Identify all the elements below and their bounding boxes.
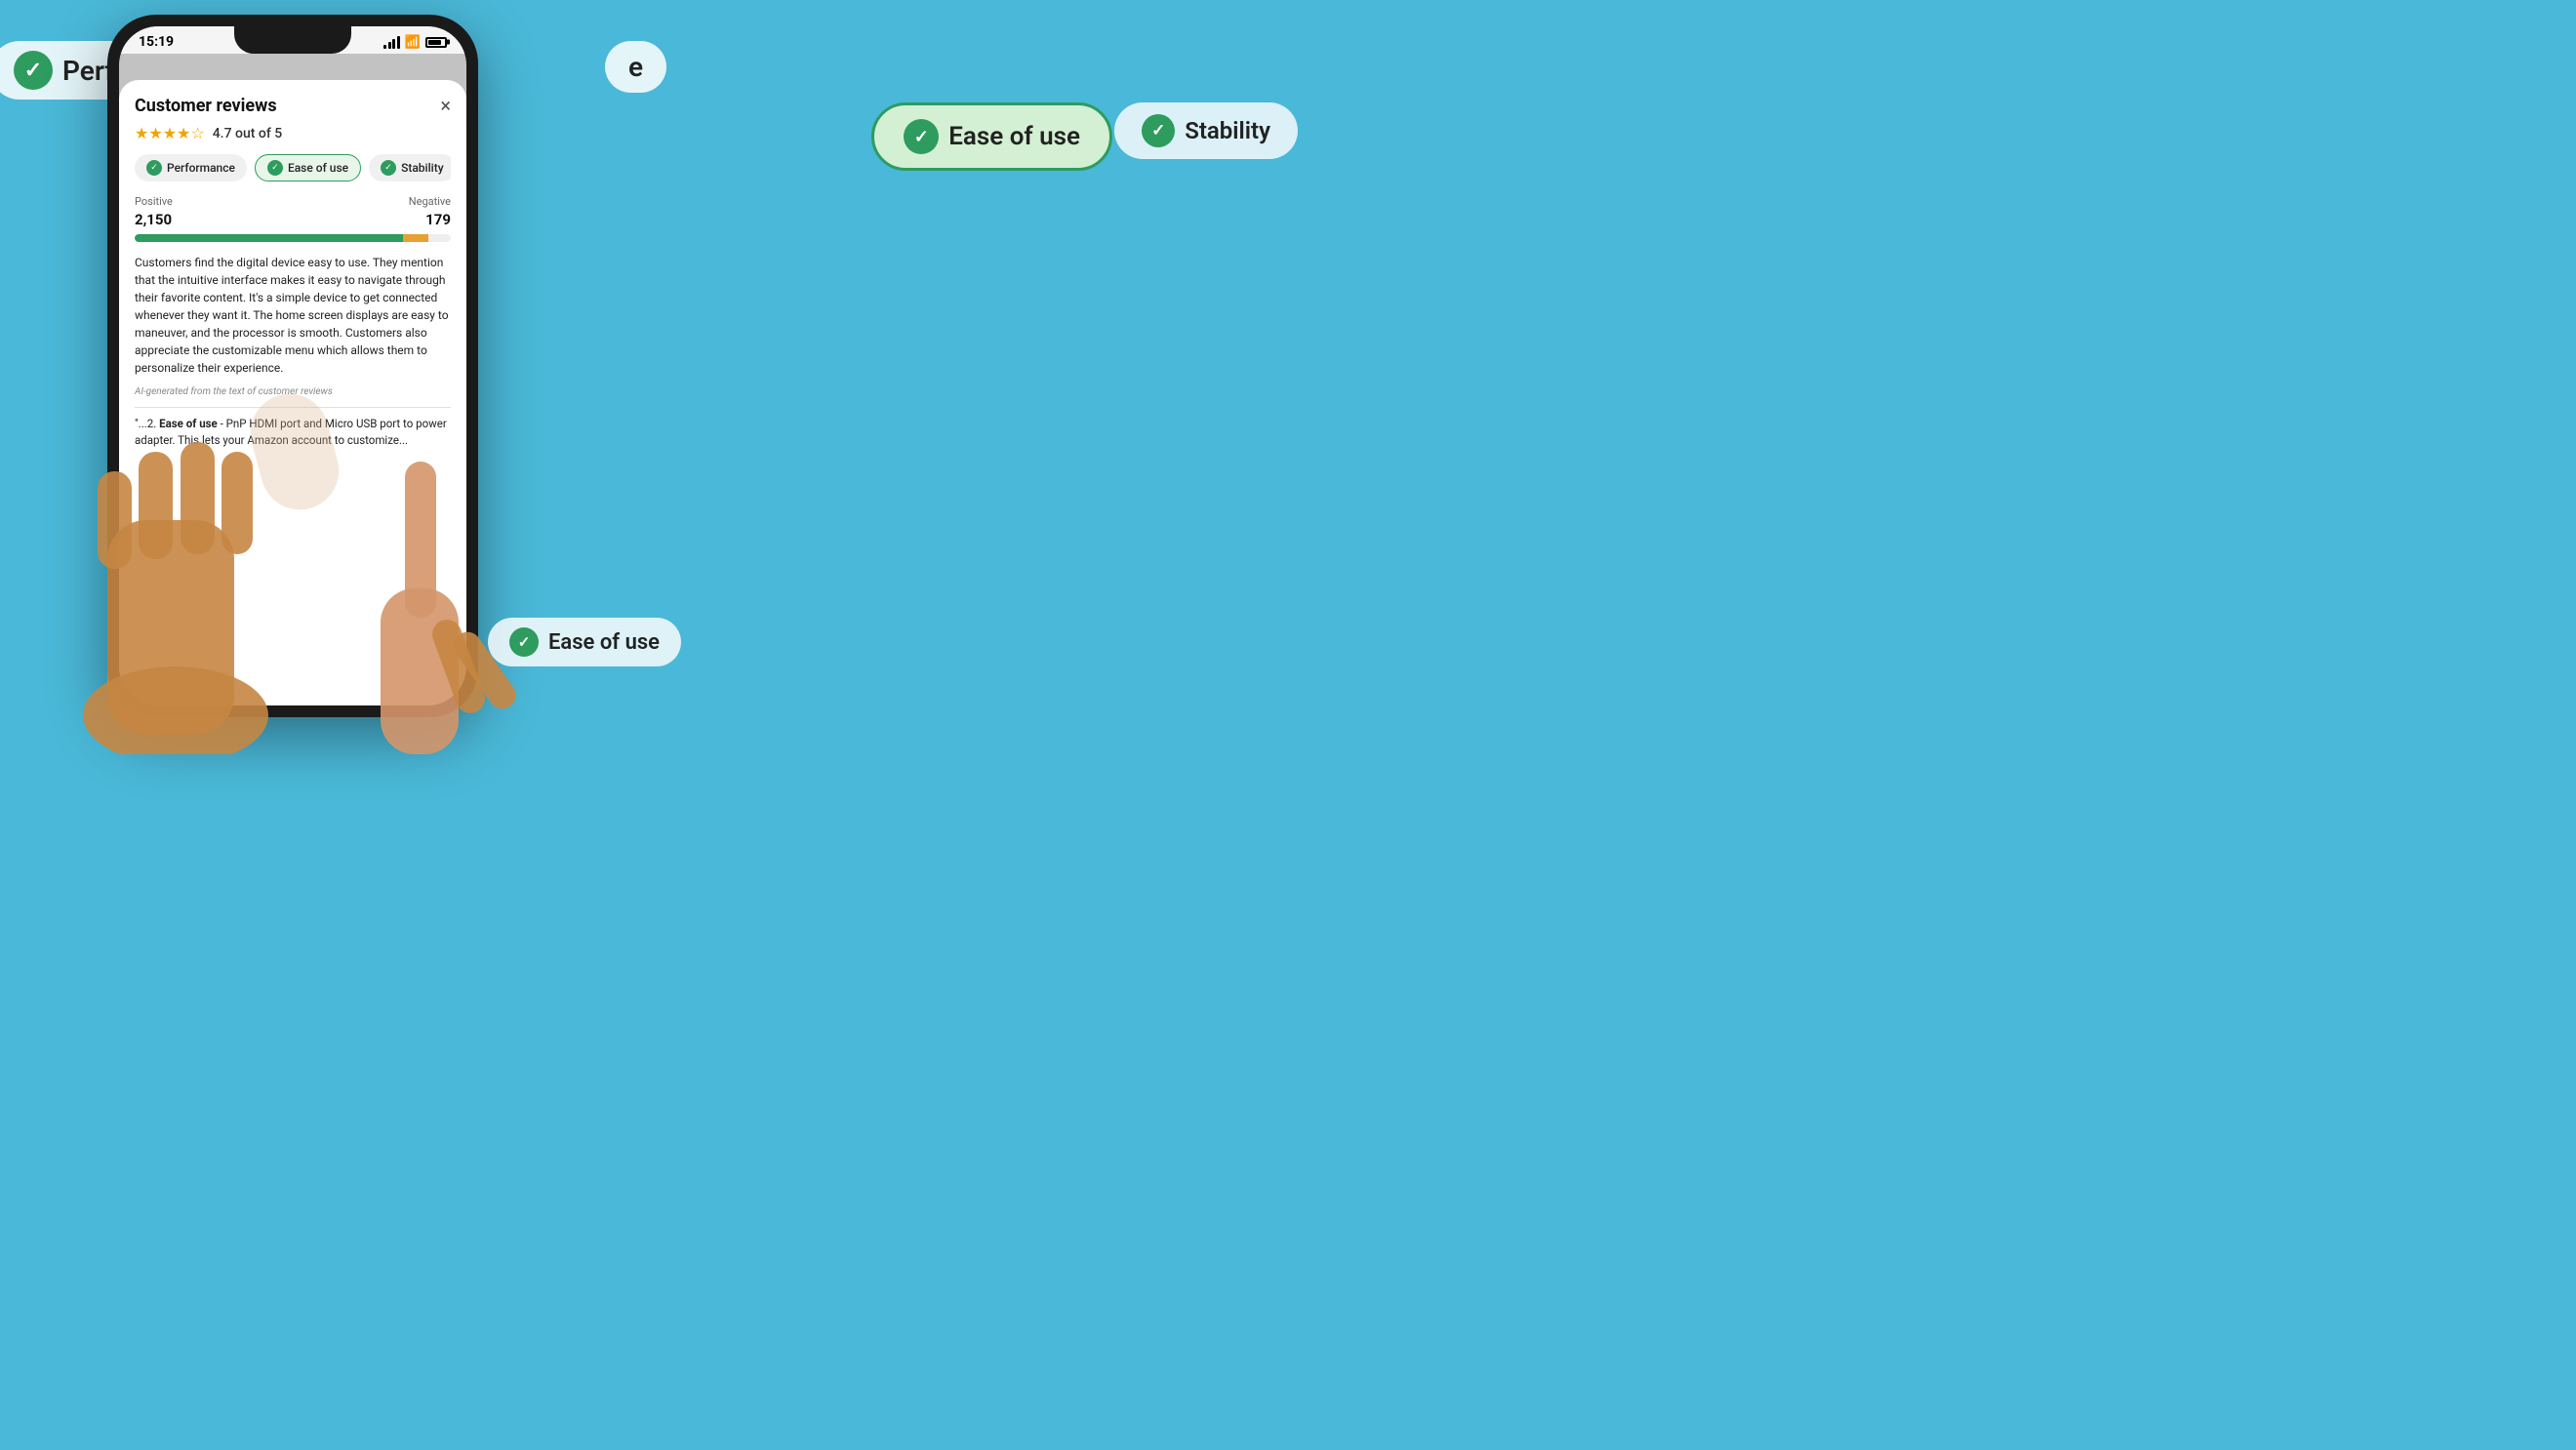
bottom-tag-ease-of-use: ✓ Ease of use [488, 618, 681, 666]
chip-check-stab: ✓ [381, 160, 396, 176]
sentiment-labels: Positive Negative [135, 195, 451, 208]
chip-ease-label: Ease of use [288, 161, 348, 175]
check-icon-ease-right: ✓ [904, 119, 939, 154]
right-tag-stability: ✓ Stability [1114, 102, 1298, 159]
negative-label: Negative [409, 195, 451, 208]
chip-check-ease: ✓ [267, 160, 283, 176]
negative-count: 179 [425, 211, 451, 228]
sentiment-bar [135, 234, 451, 242]
phone-wrapper: 15:19 📶 [107, 15, 478, 717]
rating-row: ★★★★☆ 4.7 out of 5 [135, 124, 451, 142]
phone-notch [234, 26, 351, 54]
chip-perf-label: Performance [167, 161, 235, 175]
review-text: Customers find the digital device easy t… [135, 254, 451, 377]
positive-bar [135, 234, 403, 242]
chip-stab-label: Stability [401, 161, 444, 175]
chip-stability[interactable]: ✓ Stability [369, 154, 451, 181]
bottom-ease-label: Ease of use [548, 630, 660, 655]
filter-chips: ✓ Performance ✓ Ease of use ✓ Stability … [135, 154, 451, 181]
status-icons: 📶 [383, 35, 447, 50]
check-icon-ease-bottom: ✓ [509, 627, 539, 657]
quote-section: "...2. Ease of use - PnP HDMI port and M… [135, 416, 451, 450]
battery-icon [425, 37, 447, 48]
check-icon-stab-right: ✓ [1142, 114, 1175, 147]
right-tag-ease-of-use: ✓ Ease of use [871, 102, 1112, 171]
close-button[interactable]: × [440, 96, 451, 115]
positive-count: 2,150 [135, 211, 172, 228]
chip-check-perf: ✓ [146, 160, 162, 176]
chip-ease-of-use[interactable]: ✓ Ease of use [255, 154, 361, 181]
negative-bar [403, 234, 428, 242]
bg-tag-ease-partial: e [605, 41, 666, 93]
right-stab-label: Stability [1185, 117, 1270, 144]
positive-label: Positive [135, 195, 173, 208]
sentiment-section: Positive Negative 2,150 179 [135, 195, 451, 242]
wifi-icon: 📶 [405, 35, 421, 50]
rating-value: 4.7 out of 5 [213, 126, 282, 141]
signal-icon [383, 35, 400, 49]
ai-note: AI-generated from the text of customer r… [135, 386, 451, 397]
phone-frame: 15:19 📶 [107, 15, 478, 717]
modal-header: Customer reviews × [135, 96, 451, 116]
review-modal[interactable]: Customer reviews × ★★★★☆ 4.7 out of 5 ✓ … [119, 80, 466, 705]
sentiment-numbers: 2,150 179 [135, 211, 451, 228]
phone-screen: 15:19 📶 [119, 26, 466, 705]
quote-text-start: "...2. [135, 417, 159, 430]
stars-display: ★★★★☆ [135, 124, 205, 142]
check-icon-perf: ✓ [14, 51, 53, 90]
time-display: 15:19 [139, 34, 174, 50]
right-ease-label: Ease of use [948, 122, 1080, 151]
modal-title: Customer reviews [135, 96, 277, 116]
ease-of-use-bold: Ease of use [159, 417, 218, 430]
divider [135, 407, 451, 408]
chip-performance[interactable]: ✓ Performance [135, 154, 247, 181]
bg-tag-ease-partial-label: e [628, 51, 643, 83]
